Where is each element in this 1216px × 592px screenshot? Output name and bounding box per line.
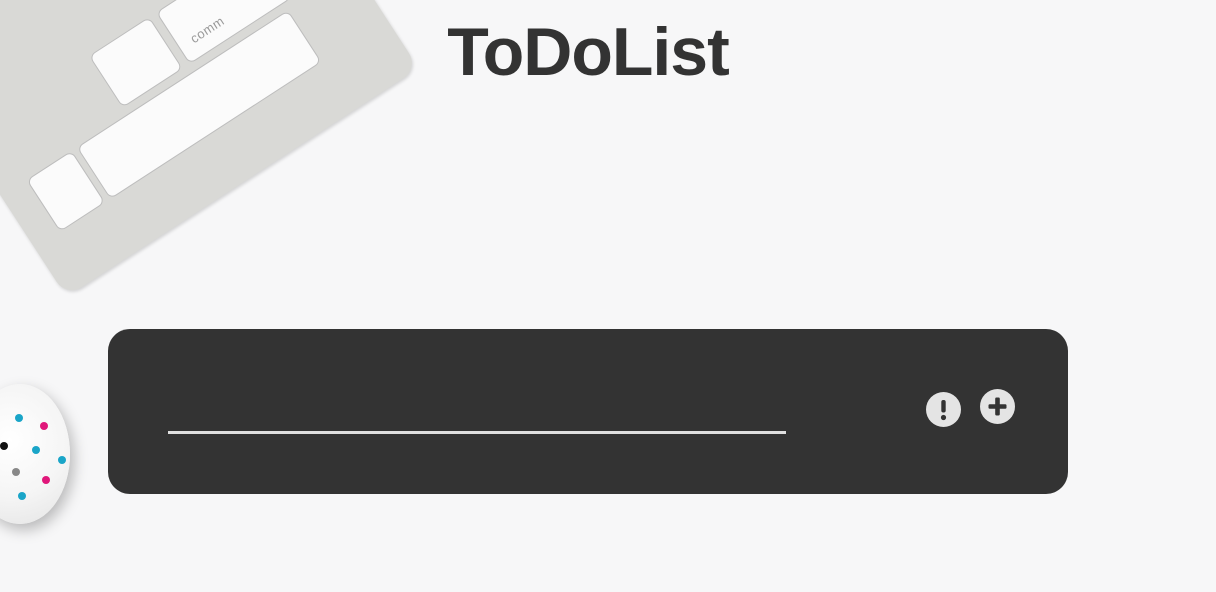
todo-text-input[interactable] — [168, 401, 786, 434]
pin-dot — [12, 468, 20, 476]
pin-dot — [0, 442, 8, 450]
pin-dot — [15, 414, 23, 422]
app-title: ToDoList — [447, 14, 730, 90]
priority-button[interactable] — [926, 392, 961, 427]
pin-dot — [40, 422, 48, 430]
pin-dot — [18, 492, 26, 500]
todo-input-panel — [108, 329, 1068, 494]
add-todo-button[interactable] — [980, 389, 1015, 424]
plus-icon — [980, 389, 1015, 424]
background-pin-badge-image — [0, 384, 70, 524]
exclamation-icon — [926, 392, 961, 427]
pin-dot — [42, 476, 50, 484]
pin-dot — [32, 446, 40, 454]
pin-dot — [58, 456, 66, 464]
